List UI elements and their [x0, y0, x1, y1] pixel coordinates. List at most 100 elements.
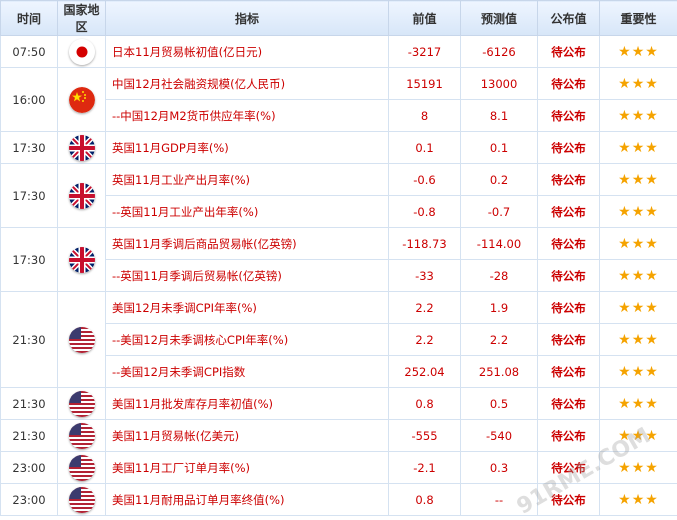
prev-value: -33 — [388, 259, 461, 292]
importance-stars: ★★★ — [599, 355, 677, 388]
japan-flag-icon — [58, 38, 105, 65]
published-value: 待公布 — [537, 291, 600, 324]
published-value: 待公布 — [537, 355, 600, 388]
importance-stars: ★★★ — [599, 35, 677, 68]
prev-value: -0.6 — [388, 163, 461, 196]
country-cell — [57, 67, 106, 132]
indicator-link[interactable]: --美国12月未季调CPI指数 — [105, 355, 389, 388]
published-value: 待公布 — [537, 163, 600, 196]
indicator-link[interactable]: 美国11月批发库存月率初值(%) — [105, 387, 389, 420]
published-value: 待公布 — [537, 35, 600, 68]
forecast-value: -28 — [460, 259, 538, 292]
table-row: 17:30 英国11月工业产出月率(%) -0.6 0.2 待公布 ★★★ — [0, 163, 677, 228]
time-cell: 16:00 — [0, 67, 58, 132]
forecast-value: -540 — [460, 419, 538, 452]
prev-value: -2.1 — [388, 451, 461, 484]
importance-stars: ★★★ — [599, 323, 677, 356]
prev-value: 15191 — [388, 67, 461, 100]
published-value: 待公布 — [537, 483, 600, 516]
published-value: 待公布 — [537, 451, 600, 484]
country-cell — [57, 387, 106, 420]
time-cell: 07:50 — [0, 35, 58, 68]
time-cell: 17:30 — [0, 131, 58, 164]
prev-value: 2.2 — [388, 323, 461, 356]
indicator-link[interactable]: 英国11月季调后商品贸易帐(亿英镑) — [105, 227, 389, 260]
indicator-link[interactable]: 美国12月未季调CPI年率(%) — [105, 291, 389, 324]
published-value: 待公布 — [537, 259, 600, 292]
prev-value: -3217 — [388, 35, 461, 68]
prev-value: 8 — [388, 99, 461, 132]
table-row: 21:30 美国11月贸易帐(亿美元) -555 -540 待公布 ★★★ — [0, 419, 677, 452]
header-importance: 重要性 — [599, 0, 677, 36]
header-indicator: 指标 — [105, 0, 389, 36]
indicator-link[interactable]: 日本11月贸易帐初值(亿日元) — [105, 35, 389, 68]
importance-stars: ★★★ — [599, 163, 677, 196]
uk-flag-icon — [58, 246, 105, 273]
forecast-value: 0.3 — [460, 451, 538, 484]
table-row: 07:50 日本11月贸易帐初值(亿日元) -3217 -6126 待公布 ★★★ — [0, 35, 677, 68]
forecast-value: 13000 — [460, 67, 538, 100]
prev-value: 0.8 — [388, 483, 461, 516]
importance-stars: ★★★ — [599, 67, 677, 100]
time-cell: 23:00 — [0, 451, 58, 484]
time-cell: 17:30 — [0, 227, 58, 292]
forecast-value: -- — [460, 483, 538, 516]
forecast-value: -0.7 — [460, 195, 538, 228]
indicator-link[interactable]: 美国11月工厂订单月率(%) — [105, 451, 389, 484]
forecast-value: 251.08 — [460, 355, 538, 388]
prev-value: -555 — [388, 419, 461, 452]
indicator-link[interactable]: --英国11月季调后贸易帐(亿英镑) — [105, 259, 389, 292]
header-row: 时间 国家地区 指标 前值 预测值 公布值 重要性 — [0, 0, 677, 36]
prev-value: 252.04 — [388, 355, 461, 388]
published-value: 待公布 — [537, 131, 600, 164]
importance-stars: ★★★ — [599, 227, 677, 260]
indicator-link[interactable]: 英国11月GDP月率(%) — [105, 131, 389, 164]
country-cell — [57, 35, 106, 68]
country-cell — [57, 163, 106, 228]
forecast-value: 2.2 — [460, 323, 538, 356]
us-flag-icon — [58, 326, 105, 353]
indicator-link[interactable]: 美国11月贸易帐(亿美元) — [105, 419, 389, 452]
forecast-value: -114.00 — [460, 227, 538, 260]
forecast-value: -6126 — [460, 35, 538, 68]
indicator-link[interactable]: --中国12月M2货币供应年率(%) — [105, 99, 389, 132]
importance-stars: ★★★ — [599, 291, 677, 324]
indicator-link[interactable]: --英国11月工业产出年率(%) — [105, 195, 389, 228]
country-cell — [57, 483, 106, 516]
published-value: 待公布 — [537, 67, 600, 100]
forecast-value: 0.2 — [460, 163, 538, 196]
country-cell — [57, 131, 106, 164]
time-cell: 23:00 — [0, 483, 58, 516]
importance-stars: ★★★ — [599, 387, 677, 420]
header-published: 公布值 — [537, 0, 600, 36]
time-cell: 21:30 — [0, 387, 58, 420]
importance-stars: ★★★ — [599, 419, 677, 452]
header-country: 国家地区 — [57, 0, 106, 36]
forecast-value: 8.1 — [460, 99, 538, 132]
economic-calendar-table: 时间 国家地区 指标 前值 预测值 公布值 重要性 07:50 日本11月贸易帐初… — [0, 0, 677, 516]
published-value: 待公布 — [537, 227, 600, 260]
time-cell: 21:30 — [0, 291, 58, 388]
indicator-link[interactable]: 英国11月工业产出月率(%) — [105, 163, 389, 196]
prev-value: 0.8 — [388, 387, 461, 420]
china-flag-icon — [58, 86, 105, 113]
prev-value: 0.1 — [388, 131, 461, 164]
table-row: 23:00 美国11月耐用品订单月率终值(%) 0.8 -- 待公布 ★★★ — [0, 483, 677, 516]
published-value: 待公布 — [537, 387, 600, 420]
indicator-link[interactable]: --美国12月未季调核心CPI年率(%) — [105, 323, 389, 356]
importance-stars: ★★★ — [599, 483, 677, 516]
prev-value: -118.73 — [388, 227, 461, 260]
indicator-link[interactable]: 中国12月社会融资规模(亿人民币) — [105, 67, 389, 100]
forecast-value: 0.5 — [460, 387, 538, 420]
indicator-link[interactable]: 美国11月耐用品订单月率终值(%) — [105, 483, 389, 516]
importance-stars: ★★★ — [599, 451, 677, 484]
uk-flag-icon — [58, 182, 105, 209]
importance-stars: ★★★ — [599, 259, 677, 292]
us-flag-icon — [58, 454, 105, 481]
table-row: 17:30 英国11月季调后商品贸易帐(亿英镑) -118.73 -114.00 待公布… — [0, 227, 677, 292]
time-cell: 21:30 — [0, 419, 58, 452]
forecast-value: 0.1 — [460, 131, 538, 164]
forecast-value: 1.9 — [460, 291, 538, 324]
country-cell — [57, 451, 106, 484]
us-flag-icon — [58, 422, 105, 449]
